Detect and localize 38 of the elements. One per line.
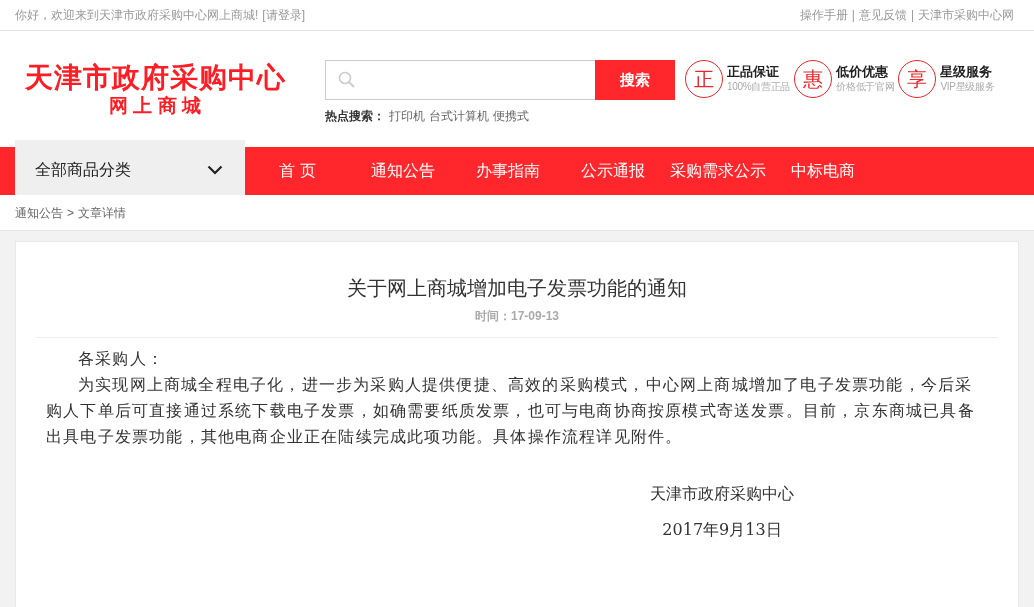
promise-subtitle: 价格低于官网	[836, 80, 895, 94]
top-link[interactable]: 操作手册	[799, 6, 848, 24]
article-title: 关于网上商城增加电子发票功能的通知	[346, 276, 688, 301]
nav-link[interactable]: 采购需求公示	[665, 147, 770, 195]
breadcrumb-link[interactable]: 文章详情	[78, 203, 126, 222]
signature-text: 天津市政府采购中心	[650, 483, 794, 505]
search-field[interactable]	[325, 60, 595, 100]
promise-title: 正品保证	[727, 64, 780, 80]
hot-search-link[interactable]: 便携式	[493, 107, 529, 125]
nav-link[interactable]: 中标电商	[770, 147, 875, 195]
chevron-down-icon	[207, 164, 223, 175]
breadcrumb-link[interactable]: 通知公告	[15, 203, 63, 222]
promise-title: 低价优惠	[836, 64, 890, 80]
hot-search-link[interactable]: 打印机	[389, 107, 425, 125]
search-icon	[338, 71, 356, 89]
site-logo[interactable]: 天津市政府采购中心 网 上 商 城	[15, 62, 295, 118]
promise-subtitle: 100%自营正品	[727, 80, 791, 94]
signature-date: 2017年9月13日	[662, 519, 782, 541]
top-link[interactable]: 意见反馈	[858, 6, 907, 24]
nav-link[interactable]: 首 页	[245, 147, 350, 195]
nav-link[interactable]: 办事指南	[455, 147, 560, 195]
promise-subtitle: VIP星级服务	[940, 80, 995, 94]
article-paragraph: 各采购人：	[77, 349, 165, 369]
hot-search-link[interactable]: 台式计算机	[429, 107, 489, 125]
article-date: 时间：17-09-13	[473, 308, 560, 325]
separator-text: |	[910, 7, 914, 24]
separator-text: |	[851, 7, 855, 24]
breadcrumb-separator: >	[67, 204, 74, 222]
promise-title: 星级服务	[940, 64, 994, 80]
article-paragraph: 为实现网上商城全程电子化，进一步为采购人提供便捷、高效的采购模式，中心网上商城增加了电子发票功能，今后采购人下单后可直接通过系统下载电子发票，如确需要纸质发票，也可与电商协商按原模式寄送发票。目前，京东商城已具备出具电子发票功能，其他电商企业正在陆续完成此项功能。具体操作流程详见附件。	[46, 375, 976, 447]
category-dropdown[interactable]: 全部商品分类	[15, 140, 245, 195]
welcome-text: 你好，欢迎来到天津市政府采购中心网上商城!	[15, 7, 259, 24]
login-link[interactable]: [请登录]	[262, 6, 305, 24]
top-link[interactable]: 天津市采购中心网	[918, 6, 1014, 24]
nav-link[interactable]: 公示通报	[560, 147, 665, 195]
search-button[interactable]: 搜索	[595, 60, 675, 100]
nav-link[interactable]: 通知公告	[350, 147, 455, 195]
hot-search-label: 热点搜索：	[325, 108, 385, 125]
